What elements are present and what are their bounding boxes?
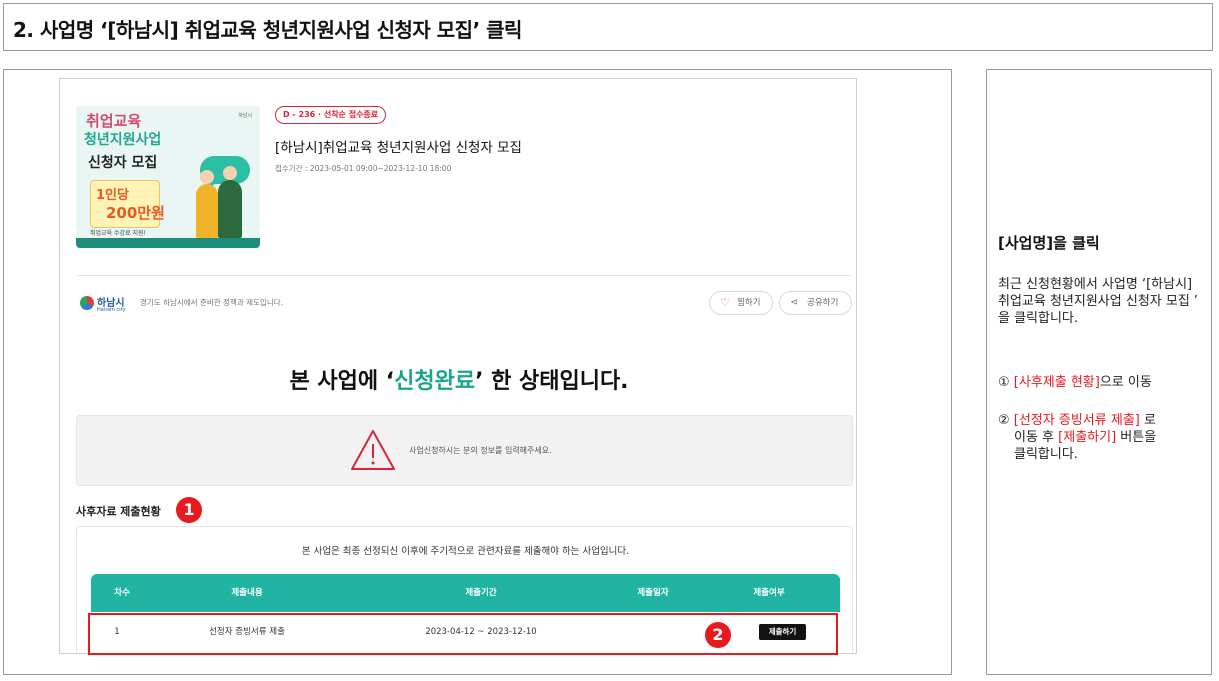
person-illustration: [218, 180, 242, 238]
step2-number: ②: [998, 413, 1010, 428]
column-header-period: 제출기간: [465, 588, 497, 598]
city-logo: 하남시 Hanam city: [80, 294, 132, 316]
share-button[interactable]: ⋖ 공유하기: [779, 291, 852, 315]
poster-line1: 취업교육: [86, 112, 142, 130]
status-prefix: 본 사업에 ‘: [289, 369, 395, 394]
poster-badge-line1: 1인당: [96, 188, 129, 203]
step1-number: ①: [998, 375, 1010, 390]
instruction-step-1: ① [사후제출 현황]으로 이동: [998, 374, 1208, 391]
embedded-screenshot: 하남시 취업교육 청년지원사업 신청자 모집 1인당 200만원 취업교육 수강…: [59, 78, 857, 654]
status-suffix: ’ 한 상태입니다.: [475, 369, 629, 394]
report-description: 본 사업은 최종 선정되신 이후에 주기적으로 관련자료를 제출해야 하는 사업…: [301, 546, 630, 557]
step2-line2: 이동 후 [제출하기] 버튼을: [998, 429, 1208, 446]
instruction-title: [사업명]을 클릭: [998, 234, 1100, 252]
report-section-title: 사후자료 제출현황: [76, 505, 161, 518]
share-label: 공유하기: [807, 298, 839, 308]
step1-highlight: [사후제출 현황]: [1013, 375, 1100, 390]
instruction-description: 최근 신청현황에서 사업명 ‘[하남시] 취업교육 청년지원사업 신청자 모집 …: [998, 277, 1199, 326]
person-illustration: [196, 184, 218, 238]
step2-highlight-1: [선정자 증빙서류 제출]: [1013, 413, 1140, 428]
org-description: 경기도 하남시에서 준비한 정책과 제도입니다.: [140, 298, 284, 307]
poster-footer: 취업교육 수강료 지원!: [90, 230, 146, 237]
heart-icon: ♡: [720, 296, 730, 309]
notice-text: 사업신청하시는 분의 정보를 입력해주세요.: [409, 446, 552, 455]
like-button[interactable]: ♡ 찜하기: [709, 291, 773, 315]
instruction-step-2: ② [선정자 증빙서류 제출] 로 이동 후 [제출하기] 버튼을 클릭합니다.: [998, 412, 1208, 463]
step2-text-1: 로: [1139, 413, 1156, 428]
column-header-status: 제출여부: [753, 588, 785, 598]
title-bar: 2. 사업명 ‘[하남시] 취업교육 청년지원사업 신청자 모집’ 클릭: [3, 3, 1213, 51]
page-title: 2. 사업명 ‘[하남시] 취업교육 청년지원사업 신청자 모집’ 클릭: [13, 18, 522, 42]
like-label: 찜하기: [737, 298, 761, 308]
column-header-date: 제출일자: [637, 588, 669, 598]
step2-highlight-2: [제출하기]: [1058, 430, 1117, 445]
poster-line2: 청년지원사업: [84, 132, 162, 148]
warning-icon: [351, 430, 395, 470]
poster-bottom-band: [76, 238, 260, 248]
step-marker-1: 1: [176, 497, 202, 523]
city-emblem-icon: [80, 296, 94, 310]
step2-line3: 클릭합니다.: [1014, 447, 1078, 462]
info-notice-box: 사업신청하시는 분의 정보를 입력해주세요.: [76, 415, 853, 486]
step1-text: 으로 이동: [1099, 375, 1152, 390]
application-period: 접수기간 : 2023-05-01 09:00~2023-12-10 18:00: [275, 164, 452, 173]
step2-text-3: 버튼을: [1116, 430, 1157, 445]
column-header-content: 제출내용: [231, 588, 263, 598]
person-illustration-head: [200, 170, 214, 184]
application-status-message: 본 사업에 ‘신청완료’ 한 상태입니다.: [60, 363, 856, 395]
step-marker-2: 2: [705, 622, 731, 648]
program-title-link[interactable]: [하남시]취업교육 청년지원사업 신청자 모집: [275, 136, 522, 156]
instruction-panel: [사업명]을 클릭 최근 신청현황에서 사업명 ‘[하남시] 취업교육 청년지원…: [986, 69, 1212, 675]
column-header-round: 차수: [114, 588, 130, 598]
status-highlight: 신청완료: [394, 369, 476, 394]
city-name-en: Hanam city: [97, 307, 126, 313]
poster-line3: 신청자 모집: [88, 155, 158, 171]
poster-badge-line2: 200만원: [106, 204, 165, 222]
person-illustration-head: [223, 166, 237, 180]
table-header: 차수 제출내용 제출기간 제출일자 제출여부: [91, 574, 840, 612]
step2-text-2: 이동 후: [1014, 430, 1059, 445]
divider: [76, 275, 852, 276]
dday-badge: D - 236 · 선착순 접수종료: [275, 106, 387, 124]
poster-logo: 하남시: [238, 113, 252, 119]
program-poster-image[interactable]: 하남시 취업교육 청년지원사업 신청자 모집 1인당 200만원 취업교육 수강…: [76, 106, 260, 248]
share-icon: ⋖: [790, 297, 799, 308]
